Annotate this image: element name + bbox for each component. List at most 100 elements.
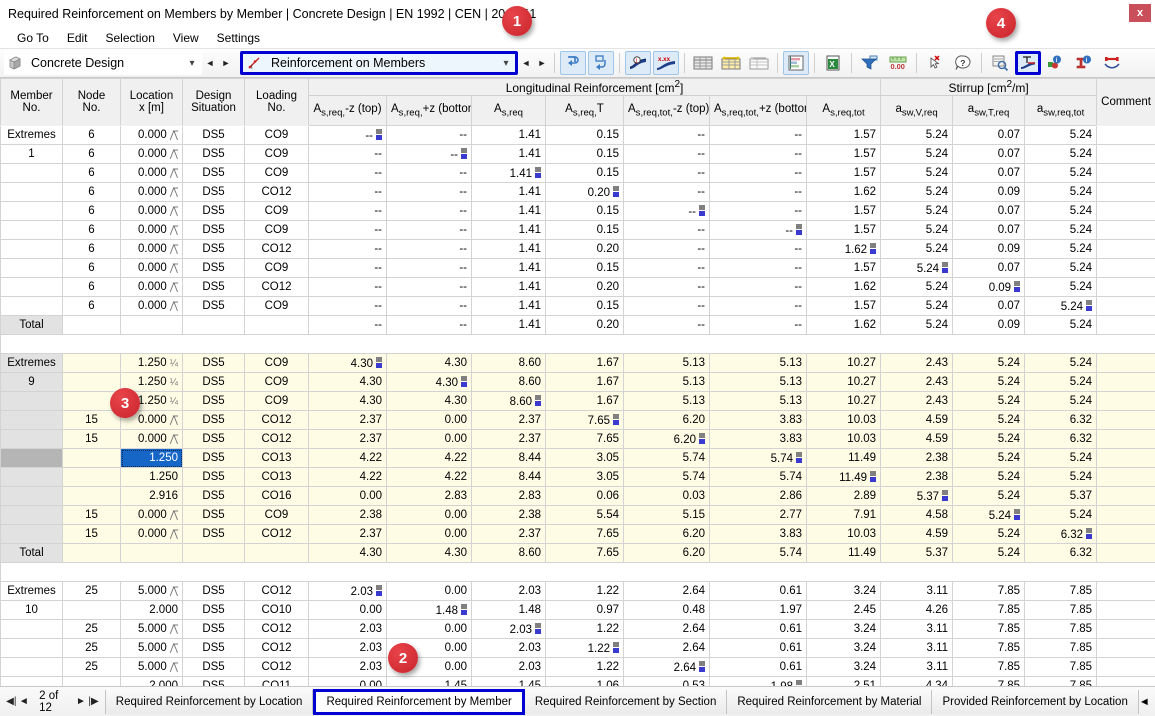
value-cell[interactable]: 4.22 xyxy=(309,468,387,487)
node-no-cell[interactable]: 15 xyxy=(63,430,121,449)
total-row[interactable]: Total----1.410.20----1.625.240.095.24 xyxy=(1,316,1155,335)
location-cell[interactable]: 0.000⋀̅ xyxy=(121,164,183,183)
value-cell[interactable]: 8.44 xyxy=(472,468,546,487)
module-prev-button[interactable]: ◄ xyxy=(202,51,218,75)
value-cell[interactable]: 1.48 xyxy=(387,601,472,620)
module-combobox[interactable]: Concrete Design ▾ xyxy=(4,51,202,75)
col-header-as-req-tot-mz-top[interactable]: As,req,tot,-z (top) xyxy=(624,96,710,126)
table-row[interactable]: 1.250DS5CO134.224.228.443.055.745.7411.4… xyxy=(1,468,1155,487)
menu-item-view[interactable]: View xyxy=(164,30,208,46)
value-cell[interactable]: 3.83 xyxy=(710,411,807,430)
value-cell[interactable]: -- xyxy=(710,259,807,278)
value-cell[interactable]: 4.30 xyxy=(387,373,472,392)
value-cell[interactable]: 4.30 xyxy=(309,392,387,411)
value-cell[interactable]: 5.24 xyxy=(953,430,1025,449)
value-cell[interactable]: 5.24 xyxy=(1025,449,1097,468)
node-no-cell[interactable] xyxy=(63,468,121,487)
menu-item-edit[interactable]: Edit xyxy=(58,30,97,46)
member-no-cell[interactable] xyxy=(1,525,63,544)
value-cell[interactable]: 1.57 xyxy=(807,126,881,145)
value-cell[interactable]: -- xyxy=(710,297,807,316)
value-cell[interactable]: 5.24 xyxy=(953,468,1025,487)
member-no-cell[interactable] xyxy=(1,259,63,278)
node-no-cell[interactable]: 6 xyxy=(63,183,121,202)
value-cell[interactable]: 5.24 xyxy=(1025,240,1097,259)
table-row[interactable]: 60.000⋀̅DS5CO12----1.410.20----1.625.240… xyxy=(1,240,1155,259)
value-cell[interactable]: 7.85 xyxy=(1025,582,1097,601)
close-button[interactable]: x xyxy=(1129,4,1151,22)
value-cell[interactable]: 0.07 xyxy=(953,126,1025,145)
design-situation-cell[interactable]: DS5 xyxy=(183,582,245,601)
comment-cell[interactable] xyxy=(1097,126,1155,145)
value-cell[interactable]: 1.62 xyxy=(807,240,881,259)
location-cell[interactable]: 5.000⋀̅ xyxy=(121,620,183,639)
value-cell[interactable]: 2.37 xyxy=(472,525,546,544)
comment-cell[interactable] xyxy=(1097,240,1155,259)
value-cell[interactable]: 5.74 xyxy=(624,468,710,487)
loading-no-cell[interactable]: CO12 xyxy=(245,582,309,601)
sheet-tab[interactable]: Required Reinforcement by Location xyxy=(105,690,314,714)
value-cell[interactable]: -- xyxy=(387,202,472,221)
value-cell[interactable]: 6.20 xyxy=(624,411,710,430)
value-cell[interactable]: 0.00 xyxy=(387,620,472,639)
value-cell[interactable]: 5.15 xyxy=(624,506,710,525)
loading-no-cell[interactable]: CO9 xyxy=(245,259,309,278)
location-cell[interactable]: 0.000⋀̅ xyxy=(121,430,183,449)
table-row[interactable]: 255.000⋀̅DS5CO122.030.002.031.222.640.61… xyxy=(1,620,1155,639)
design-situation-cell[interactable]: DS5 xyxy=(183,506,245,525)
value-cell[interactable]: 0.00 xyxy=(309,601,387,620)
value-cell[interactable]: 7.65 xyxy=(546,430,624,449)
col-header-node-no[interactable]: NodeNo. xyxy=(63,79,121,126)
value-cell[interactable]: -- xyxy=(710,240,807,259)
value-cell[interactable]: 2.03 xyxy=(472,639,546,658)
value-cell[interactable]: 5.24 xyxy=(881,240,953,259)
member-no-cell[interactable] xyxy=(1,411,63,430)
value-cell[interactable]: 5.24 xyxy=(1025,164,1097,183)
sheet-tab[interactable]: Required Reinforcement by Section xyxy=(525,690,728,714)
table-row[interactable]: 102.000DS5CO100.001.481.480.970.481.972.… xyxy=(1,601,1155,620)
loading-no-cell[interactable]: CO13 xyxy=(245,468,309,487)
value-cell[interactable]: 2.43 xyxy=(881,354,953,373)
value-cell[interactable]: 2.83 xyxy=(472,487,546,506)
value-cell[interactable]: -- xyxy=(387,164,472,183)
value-cell[interactable]: 2.03 xyxy=(309,582,387,601)
table-row[interactable]: 150.000⋀̅DS5CO122.370.002.377.656.203.83… xyxy=(1,525,1155,544)
design-situation-cell[interactable]: DS5 xyxy=(183,449,245,468)
decimal-places-button[interactable]: 0.00 xyxy=(885,51,911,75)
value-cell[interactable]: 7.85 xyxy=(1025,658,1097,677)
location-cell[interactable]: 1.250 xyxy=(121,468,183,487)
value-cell[interactable]: 4.30 xyxy=(387,354,472,373)
result-values-button[interactable]: x.xx xyxy=(653,51,679,75)
value-cell[interactable]: 5.24 xyxy=(1025,145,1097,164)
value-cell[interactable]: -- xyxy=(309,240,387,259)
comment-cell[interactable] xyxy=(1097,392,1155,411)
col-header-design-situation[interactable]: DesignSituation xyxy=(183,79,245,126)
table-row[interactable]: 60.000⋀̅DS5CO9----1.410.15----1.575.240.… xyxy=(1,259,1155,278)
sheet-tab[interactable]: Required Reinforcement by Member xyxy=(313,689,524,715)
value-cell[interactable]: 7.85 xyxy=(1025,639,1097,658)
table-row[interactable]: 60.000⋀̅DS5CO9----1.410.15----1.575.240.… xyxy=(1,221,1155,240)
comment-cell[interactable] xyxy=(1097,411,1155,430)
node-no-cell[interactable]: 15 xyxy=(63,411,121,430)
value-cell[interactable]: -- xyxy=(387,259,472,278)
value-cell[interactable]: 0.09 xyxy=(953,240,1025,259)
location-cell[interactable]: 0.000⋀̅ xyxy=(121,240,183,259)
loading-no-cell[interactable]: CO9 xyxy=(245,392,309,411)
node-no-cell[interactable]: 6 xyxy=(63,297,121,316)
value-cell[interactable]: 5.24 xyxy=(1025,202,1097,221)
value-cell[interactable]: -- xyxy=(387,278,472,297)
value-cell[interactable]: 1.41 xyxy=(472,221,546,240)
value-cell[interactable]: -- xyxy=(309,221,387,240)
loading-no-cell[interactable]: CO12 xyxy=(245,430,309,449)
comment-cell[interactable] xyxy=(1097,468,1155,487)
design-situation-cell[interactable]: DS5 xyxy=(183,468,245,487)
loading-no-cell[interactable]: CO9 xyxy=(245,297,309,316)
value-cell[interactable]: 0.09 xyxy=(953,183,1025,202)
comment-cell[interactable] xyxy=(1097,278,1155,297)
table-row[interactable]: 1.250DS5CO134.224.228.443.055.745.7411.4… xyxy=(1,449,1155,468)
value-cell[interactable]: 5.13 xyxy=(624,373,710,392)
value-cell[interactable]: 3.11 xyxy=(881,620,953,639)
value-cell[interactable]: -- xyxy=(387,183,472,202)
comment-cell[interactable] xyxy=(1097,639,1155,658)
help-button[interactable]: ? xyxy=(950,51,976,75)
